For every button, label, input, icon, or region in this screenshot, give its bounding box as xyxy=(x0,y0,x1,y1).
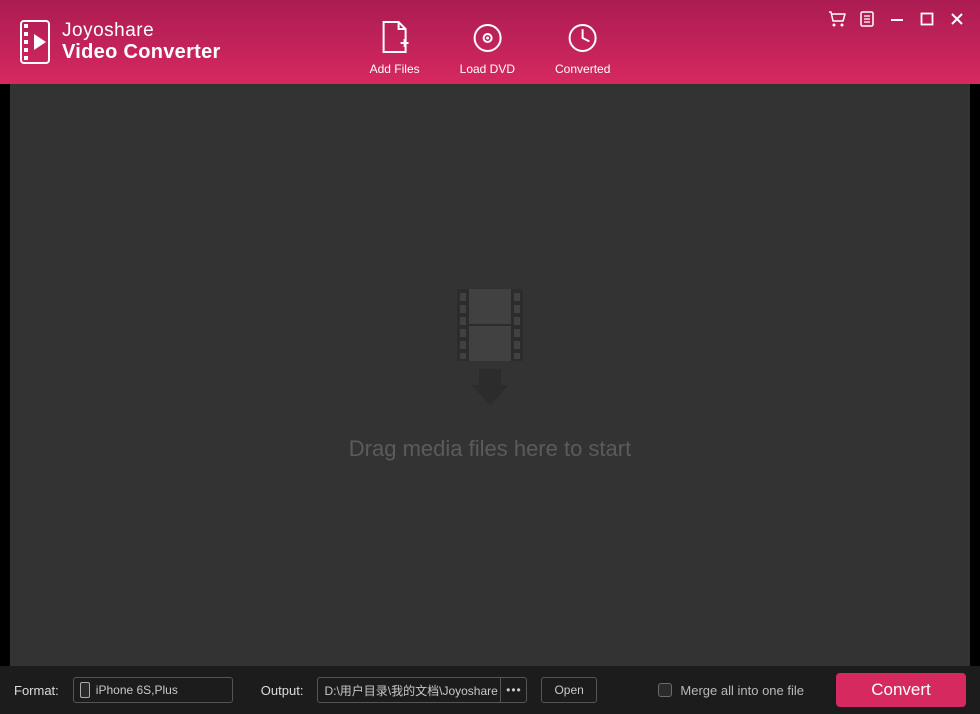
converted-label: Converted xyxy=(555,62,610,76)
app-window: Joyoshare Video Converter Add Files xyxy=(0,0,980,714)
merge-label: Merge all into one file xyxy=(680,683,804,698)
output-path: D:\用户目录\我的文档\Joyoshare V xyxy=(318,682,500,699)
main-toolbar: Add Files Load DVD xyxy=(370,21,611,76)
merge-checkbox[interactable]: Merge all into one file xyxy=(658,683,804,698)
phone-icon xyxy=(80,682,90,698)
logo-text: Joyoshare Video Converter xyxy=(62,21,221,64)
maximize-button[interactable] xyxy=(918,10,936,28)
footer: Format: iPhone 6S,Plus Output: D:\用户目录\我… xyxy=(0,666,980,714)
open-folder-button[interactable]: Open xyxy=(541,677,596,703)
header: Joyoshare Video Converter Add Files xyxy=(0,0,980,84)
brand-name: Joyoshare xyxy=(62,21,221,42)
format-selector[interactable]: iPhone 6S,Plus xyxy=(73,677,233,703)
format-label: Format: xyxy=(14,683,59,698)
format-value: iPhone 6S,Plus xyxy=(96,683,178,697)
add-file-icon xyxy=(381,21,409,58)
open-label: Open xyxy=(554,683,583,697)
logo: Joyoshare Video Converter xyxy=(0,20,221,64)
disc-icon xyxy=(472,23,502,58)
output-label: Output: xyxy=(261,683,304,698)
load-dvd-label: Load DVD xyxy=(460,62,515,76)
window-controls xyxy=(828,10,966,28)
cart-icon[interactable] xyxy=(828,10,846,28)
minimize-button[interactable] xyxy=(888,10,906,28)
drop-zone[interactable]: Drag media files here to start xyxy=(10,84,970,666)
add-files-label: Add Files xyxy=(370,62,420,76)
convert-button[interactable]: Convert xyxy=(836,673,966,707)
browse-output-button[interactable]: ••• xyxy=(500,678,526,702)
convert-label: Convert xyxy=(871,680,931,700)
menu-icon[interactable] xyxy=(858,10,876,28)
film-drop-icon xyxy=(445,289,535,414)
film-logo-icon xyxy=(20,20,50,64)
clock-icon xyxy=(568,23,598,58)
output-path-box: D:\用户目录\我的文档\Joyoshare V ••• xyxy=(317,677,527,703)
converted-button[interactable]: Converted xyxy=(555,23,610,76)
add-files-button[interactable]: Add Files xyxy=(370,21,420,76)
checkbox-icon xyxy=(658,683,672,697)
load-dvd-button[interactable]: Load DVD xyxy=(460,23,515,76)
close-button[interactable] xyxy=(948,10,966,28)
product-name: Video Converter xyxy=(62,41,221,63)
drop-message: Drag media files here to start xyxy=(349,436,631,462)
